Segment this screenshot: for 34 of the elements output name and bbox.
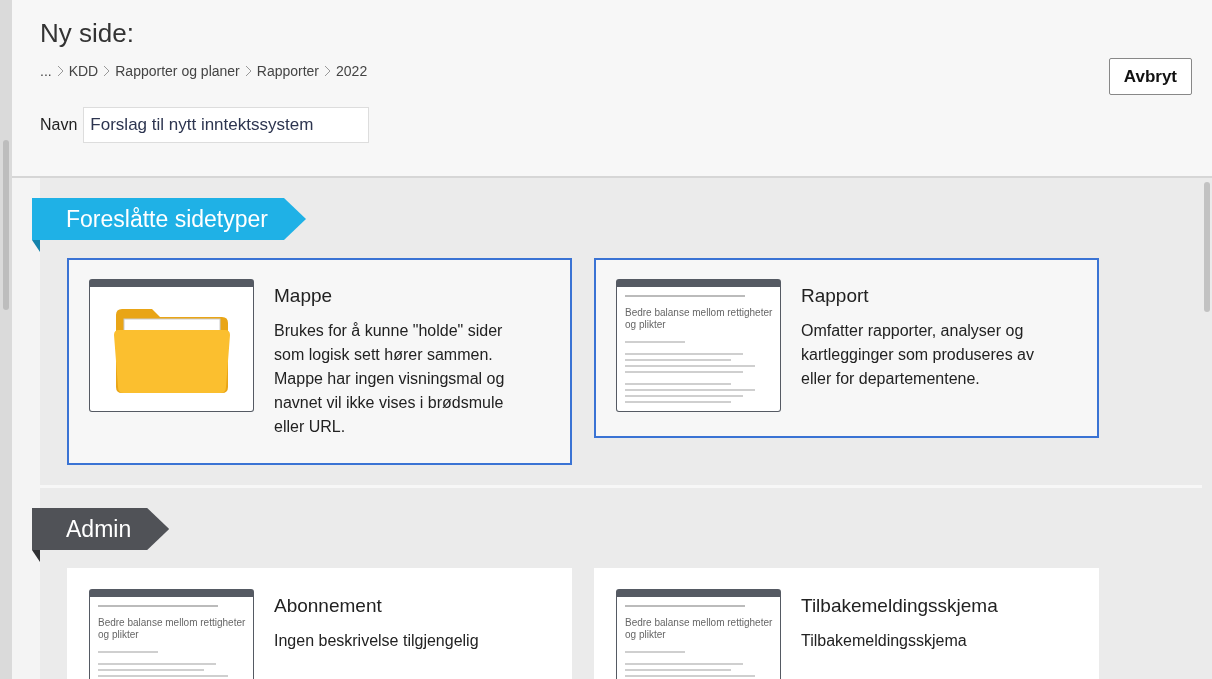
breadcrumb-item[interactable]: 2022 [336, 63, 368, 79]
card-description: Tilbakemeldingsskjema [801, 631, 968, 651]
card-title: Rapport [801, 285, 870, 307]
card-title: Abonnement [274, 595, 383, 617]
section-ribbon: Admin [32, 508, 170, 550]
breadcrumb-item[interactable]: Rapporter [256, 63, 320, 79]
cancel-button[interactable]: Avbryt [1108, 58, 1192, 95]
section-ribbon: Foreslåtte sidetyper [32, 198, 306, 240]
chevron-right-icon [103, 65, 111, 77]
page-type-card[interactable]: Bedre balanse mellom rettigheter og plikter Tilbakemeldingsskjema Tilbakemeldingsskjema [594, 568, 1099, 679]
preview-heading: Bedre balanse mellom rettigheter og plikter [625, 307, 773, 331]
ribbon-fold [32, 550, 40, 562]
chevron-right-icon [56, 65, 64, 77]
chevron-right-icon [244, 65, 252, 77]
ribbon-fold [32, 240, 40, 252]
preview-heading: Bedre balanse mellom rettigheter og plikter [98, 617, 246, 641]
card-title: Tilbakemeldingsskjema [801, 595, 999, 617]
breadcrumb-item[interactable]: KDD [68, 63, 99, 79]
card-description: Brukes for å kunne "holde" sider som logisk sett hører sammen. Mappe har ingen visningsmal og navnet vil ikke vises i brødsmule eller URL. [274, 321, 506, 437]
card-title: Mappe [274, 285, 334, 307]
name-label: Navn [40, 116, 78, 134]
scrollbar-thumb[interactable] [1204, 182, 1210, 312]
scrollbar-thumb[interactable] [3, 140, 9, 310]
page-title: Ny side: [40, 18, 135, 49]
page-type-card[interactable]: Bedre balanse mellom rettigheter og plikter Rapport Omfatter rapporter, analyser og kartlegginger som produseres av eller for departementene. [594, 258, 1099, 438]
breadcrumb-item[interactable]: ... [40, 63, 52, 79]
name-input-field[interactable]: Forslag til nytt inntektssystem [83, 107, 370, 143]
breadcrumb-item[interactable]: Rapporter og planer [115, 63, 240, 79]
card-description: Omfatter rapporter, analyser og kartlegginger som produseres av eller for departementene. [801, 321, 1035, 389]
page-type-card[interactable]: Bedre balanse mellom rettigheter og plikter Abonnement Ingen beskrivelse tilgjengelig [67, 568, 572, 679]
preview-heading: Bedre balanse mellom rettigheter og plikter [625, 617, 773, 641]
card-description: Ingen beskrivelse tilgjengelig [274, 631, 480, 651]
chevron-right-icon [324, 65, 332, 77]
page-type-card[interactable]: Mappe Brukes for å kunne "holde" sider som logisk sett hører sammen. Mappe har ingen visningsmal og navnet vil ikke vises i brødsmule eller URL. [67, 258, 572, 465]
